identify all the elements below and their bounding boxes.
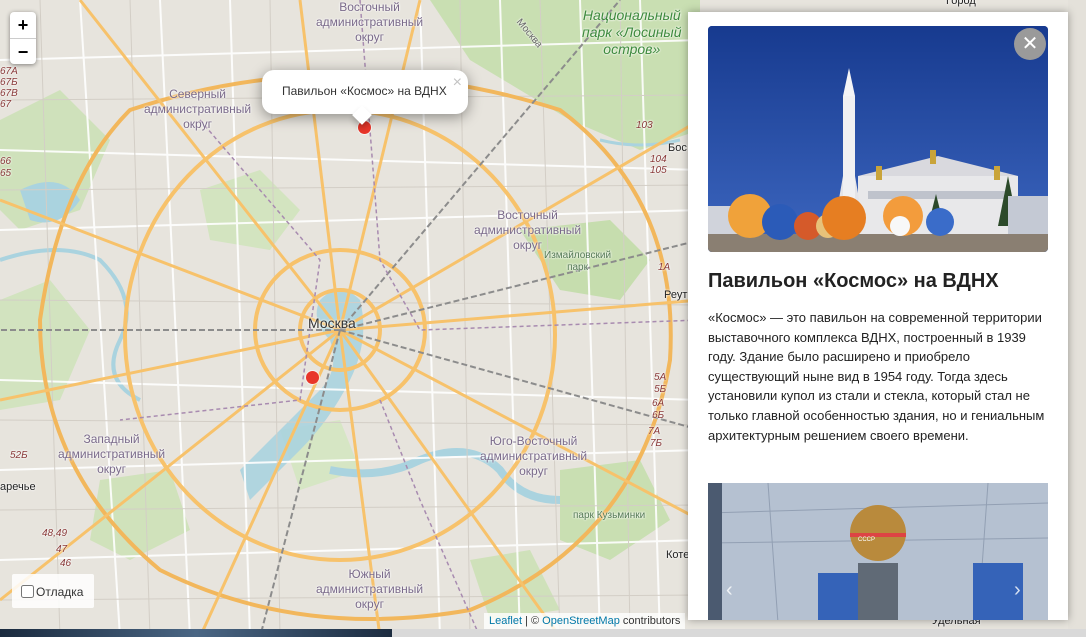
carousel-prev-button[interactable]: ‹ [726,579,733,602]
debug-control: Отладка [12,574,94,608]
panel-description: «Космос» — это павильон на современной т… [708,310,1045,443]
label-kuzminki: парк Кузьминки [573,510,646,521]
zoom-in-button[interactable]: + [10,12,36,38]
panel-close-button[interactable]: ✕ [1014,28,1046,60]
road-numbers-right: 104 105 [650,154,667,176]
road-number-48-49: 48,49 [42,528,68,539]
label-north-east-okrug: Восточный административный округ [316,0,424,44]
road-number-1a: 1А [658,262,671,273]
attribution: Leaflet | © OpenStreetMap contributors [484,613,686,629]
road-number-47: 47 [56,544,68,555]
zoom-out-button[interactable]: − [10,38,36,64]
debug-checkbox[interactable] [21,585,34,598]
road-number-103: 103 [636,120,653,131]
label-west-okrug: Западный административный округ [58,432,166,476]
carousel-photo: СССР [708,483,1048,620]
carousel-next-button[interactable]: › [1014,579,1021,602]
osm-link[interactable]: OpenStreetMap [542,615,620,627]
label-city: Москва [308,315,356,331]
pavilion-photo [708,26,1048,252]
label-losiny-park: Национальный парк «Лосиный остров» [582,7,682,57]
panel-title: Павильон «Космос» на ВДНХ [708,270,999,292]
road-number-7b: 7Б [650,438,663,449]
label-south-east-okrug: Юго-Восточный административный округ [480,434,588,478]
label-izmailovsky: Измайловский парк [544,250,612,273]
road-numbers-left-2: 66 65 [0,156,12,179]
popup-title: Павильон «Космос» на ВДНХ [282,84,447,98]
map-marker[interactable] [306,371,319,384]
photo-carousel[interactable]: СССР ‹ › [708,483,1048,620]
info-panel: ✕ Павильон «Космос» на ВДНХ «Космос» — э… [688,12,1068,620]
road-number-46: 46 [60,558,72,569]
label-reutov: Реут [664,289,688,301]
road-numbers-left: 67А 67Б 67В 67 [0,66,18,110]
label-rechye: аречье [0,481,36,493]
debug-label[interactable]: Отладка [36,585,83,599]
road-numbers-right-3: 6А 6Б [652,398,665,421]
label-gorodok: Город [946,0,976,7]
attribution-separator: | © [522,615,543,627]
label-kotelniki: Коте [666,549,690,561]
popup-close-button[interactable]: × [453,74,462,92]
label-south-okrug: Южный административный округ [316,567,424,611]
attribution-suffix: contributors [619,615,681,627]
leaflet-link[interactable]: Leaflet [489,615,522,627]
label-north-okrug: Северный административный округ [144,87,252,131]
bottom-strip [0,629,1086,637]
zoom-control: + − [10,12,36,64]
map-popup: Павильон «Космос» на ВДНХ × [262,70,468,125]
road-number-52b: 52Б [10,450,28,461]
label-east-okrug: Восточный административный округ [474,208,582,252]
label-bos: Бос [668,142,687,154]
flag-text: СССР [858,537,875,543]
road-numbers-right-2: 5А 5Б [654,372,667,395]
